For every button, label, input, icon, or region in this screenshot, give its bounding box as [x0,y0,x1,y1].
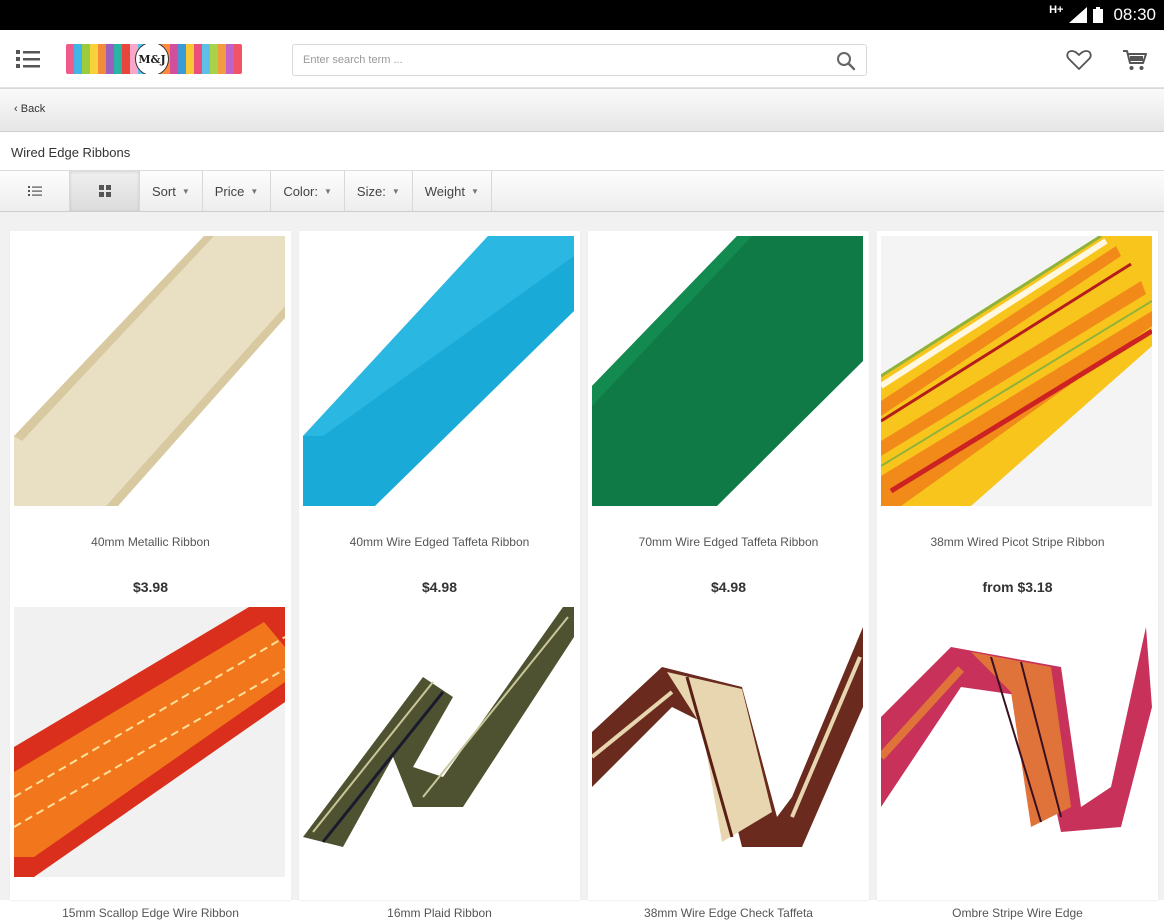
search-bar [292,44,867,76]
color-filter[interactable]: Color: ▼ [271,171,345,211]
grid-view-button[interactable] [70,171,140,211]
product-name: Ombre Stripe Wire Edge [952,906,1083,920]
product-image [592,236,863,506]
product-card[interactable]: Ombre Stripe Wire Edge [877,602,1158,920]
filter-bar: Sort ▼ Price ▼ Color: ▼ Size: ▼ Weight ▼ [0,170,1164,212]
product-card[interactable]: 40mm Metallic Ribbon $3.98 [10,231,291,602]
product-name: 16mm Plaid Ribbon [387,906,492,920]
chevron-left-icon: ‹ [14,103,18,115]
product-name: 40mm Metallic Ribbon [91,535,210,549]
product-image [303,607,574,877]
price-filter[interactable]: Price ▼ [203,171,272,211]
status-bar: H+ 08:30 [0,0,1164,30]
filter-label: Size: [356,183,386,199]
product-image [14,607,285,877]
app-header: M&J [0,30,1164,88]
product-name: 70mm Wire Edged Taffeta Ribbon [638,535,819,549]
product-name: 38mm Wire Edge Check Taffeta [644,906,813,920]
filter-label: Price [214,183,245,199]
product-card[interactable]: 15mm Scallop Edge Wire Ribbon [10,602,291,920]
product-image [592,607,863,877]
product-price: from $3.18 [982,579,1053,595]
product-card[interactable]: 38mm Wire Edge Check Taffeta [588,602,869,920]
list-view-button[interactable] [0,171,70,211]
filter-label: Sort [152,183,176,199]
menu-list-icon[interactable] [14,48,42,70]
back-label: Back [20,103,46,115]
sort-filter[interactable]: Sort ▼ [140,171,203,211]
clock: 08:30 [1113,5,1156,24]
wishlist-heart-icon[interactable] [1066,49,1092,71]
search-icon[interactable] [836,51,856,71]
size-filter[interactable]: Size: ▼ [345,171,413,211]
product-card[interactable]: 38mm Wired Picot Stripe Ribbon from $3.1… [877,231,1158,602]
brand-logo[interactable]: M&J [66,44,242,74]
product-card[interactable]: 70mm Wire Edged Taffeta Ribbon $4.98 [588,231,869,602]
product-price: $4.98 [421,579,458,595]
product-image [303,236,574,506]
back-bar: ‹ Back [0,88,1164,132]
product-name: 40mm Wire Edged Taffeta Ribbon [349,535,530,549]
product-grid: 40mm Metallic Ribbon $3.98 40mm Wire Edg… [0,212,1164,920]
weight-filter[interactable]: Weight ▼ [413,171,492,211]
signal-icon [1069,7,1088,23]
logo-badge: M&J [135,44,169,74]
product-card[interactable]: 16mm Plaid Ribbon [299,602,580,920]
chevron-down-icon: ▼ [250,186,259,196]
product-name: 15mm Scallop Edge Wire Ribbon [62,906,239,920]
product-image [14,236,285,506]
page-title: Wired Edge Ribbons [11,145,131,160]
grid-view-icon [98,185,111,197]
network-type: H+ [1049,4,1064,16]
search-input[interactable] [303,45,823,75]
chevron-down-icon: ▼ [391,186,400,196]
product-name: 38mm Wired Picot Stripe Ribbon [930,535,1105,549]
product-price: $3.98 [132,579,169,595]
filter-label: Color: [283,183,318,199]
back-button[interactable]: ‹ Back [14,103,45,115]
filter-label: Weight [424,183,465,199]
product-image [881,236,1152,506]
chevron-down-icon: ▼ [181,186,190,196]
battery-icon [1093,7,1104,23]
product-image [881,607,1152,877]
list-view-icon [27,186,42,196]
chevron-down-icon: ▼ [324,186,332,196]
product-card[interactable]: 40mm Wire Edged Taffeta Ribbon $4.98 [299,231,580,602]
product-price: $4.98 [710,579,747,595]
cart-icon[interactable] [1122,48,1148,72]
chevron-down-icon: ▼ [470,186,479,196]
